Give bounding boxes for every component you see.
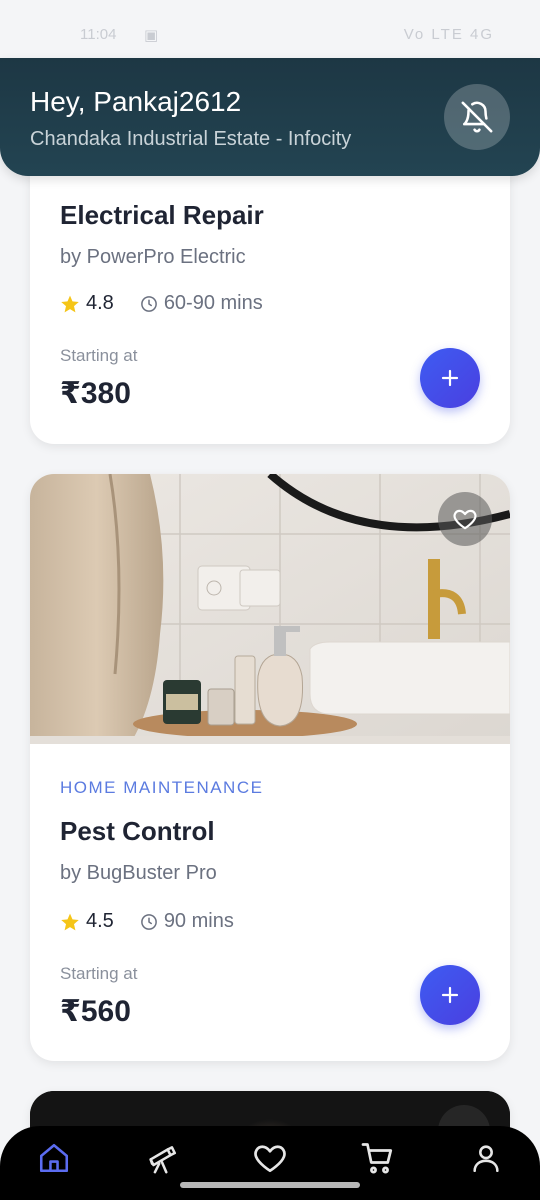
location-text[interactable]: Chandaka Industrial Estate - Infocity — [30, 128, 351, 151]
clock-icon — [140, 913, 157, 930]
bottom-navigation — [0, 1126, 540, 1200]
cart-icon — [361, 1143, 393, 1174]
star-icon — [61, 295, 79, 312]
status-indicators: Vo LTE 4G — [403, 26, 494, 43]
service-card-pest-control[interactable]: HOME MAINTENANCE Pest Control by BugBust… — [30, 474, 510, 1061]
nav-explore[interactable] — [140, 1136, 184, 1180]
nav-favorites[interactable] — [248, 1136, 292, 1180]
app-header: Hey, Pankaj2612 Chandaka Industrial Esta… — [0, 58, 540, 176]
explore-telescope-icon — [149, 1146, 177, 1174]
service-duration: 60-90 mins — [163, 292, 263, 314]
star-icon — [61, 913, 79, 930]
add-to-cart-button[interactable] — [420, 965, 480, 1025]
bell-off-icon — [461, 101, 493, 133]
plus-icon — [441, 369, 459, 387]
home-indicator[interactable] — [180, 1182, 360, 1188]
starting-at-label: Starting at — [60, 346, 138, 365]
service-rating: 4.5 — [86, 910, 114, 932]
notification-dot-icon: ▣ — [144, 27, 159, 44]
service-meta: 4.5 90 mins — [60, 910, 234, 933]
clock-icon — [140, 295, 157, 312]
nav-cart[interactable] — [356, 1136, 400, 1180]
service-rating: 4.8 — [86, 292, 114, 314]
service-price: ₹560 — [60, 995, 131, 1028]
favorite-button[interactable] — [438, 492, 492, 546]
service-title: Electrical Repair — [60, 200, 264, 230]
nav-profile[interactable] — [464, 1136, 508, 1180]
nav-home[interactable] — [32, 1136, 76, 1180]
profile-icon — [473, 1145, 499, 1173]
service-meta: 4.8 60-90 mins — [60, 292, 263, 315]
greeting-text: Hey, Pankaj2612 — [30, 86, 242, 117]
starting-at-label: Starting at — [60, 964, 138, 983]
service-image — [30, 474, 510, 744]
notifications-button[interactable] — [444, 84, 510, 150]
service-title: Pest Control — [60, 816, 215, 846]
service-category: HOME MAINTENANCE — [60, 778, 264, 797]
service-price: ₹380 — [60, 377, 131, 410]
status-time: 11:04 — [80, 26, 117, 43]
heart-icon — [453, 509, 477, 530]
service-provider: by PowerPro Electric — [60, 246, 246, 268]
service-provider: by BugBuster Pro — [60, 862, 217, 884]
plus-icon — [441, 986, 459, 1004]
favorites-heart-icon — [254, 1145, 286, 1173]
home-icon — [39, 1143, 69, 1173]
service-duration: 90 mins — [163, 910, 234, 932]
add-to-cart-button[interactable] — [420, 348, 480, 408]
